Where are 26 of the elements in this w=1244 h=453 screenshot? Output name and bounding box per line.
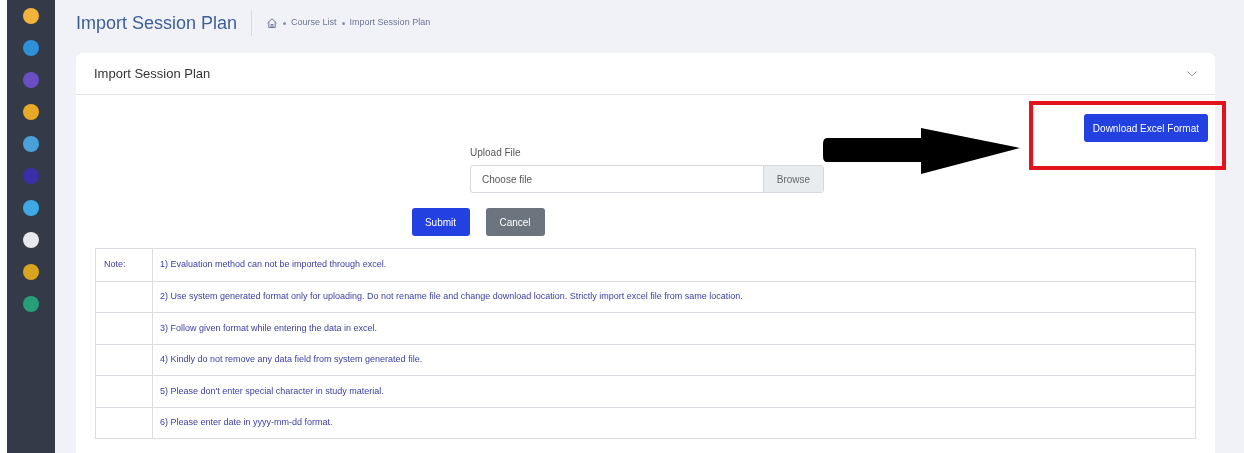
note-text: 2) Use system generated format only for uploading. Do not rename file and change download location. Strictly import excel file from same location. <box>160 290 743 303</box>
cancel-button[interactable]: Cancel <box>485 208 545 236</box>
submit-button[interactable]: Submit <box>411 208 470 236</box>
note-heading: Note: <box>104 258 126 271</box>
note-text: 6) Please enter date in yyyy-mm-dd format. <box>160 416 333 429</box>
file-input[interactable]: Choose file Browse <box>470 165 824 193</box>
separator-dot-icon <box>283 21 287 25</box>
chevron-down-icon[interactable] <box>1187 70 1197 77</box>
home-icon[interactable] <box>266 17 279 29</box>
note-text: 4) Kindly do not remove any data field from system generated file. <box>160 353 423 366</box>
download-button[interactable]: Download Excel Format <box>1083 114 1208 142</box>
page-title: Import Session Plan <box>76 11 238 35</box>
upload-label: Upload File <box>470 146 522 160</box>
note-text: 5) Please don't enter special character in study material. <box>160 384 384 398</box>
circle-icon[interactable] <box>23 200 39 216</box>
note-text: 1) Evaluation method can not be imported through excel. <box>160 258 387 271</box>
circle-icon[interactable] <box>23 232 39 248</box>
breadcrumb-link[interactable]: Course List <box>291 16 337 30</box>
circle-icon[interactable] <box>23 136 39 152</box>
separator-dot-icon <box>341 21 345 25</box>
note-text: 3) Follow given format while entering the data in excel. <box>160 321 378 335</box>
circle-icon[interactable] <box>23 264 39 280</box>
card-title: Import Session Plan <box>94 64 211 83</box>
circle-icon[interactable] <box>23 104 39 120</box>
circle-icon[interactable] <box>23 8 39 24</box>
browse-button[interactable]: Browse <box>763 166 823 192</box>
